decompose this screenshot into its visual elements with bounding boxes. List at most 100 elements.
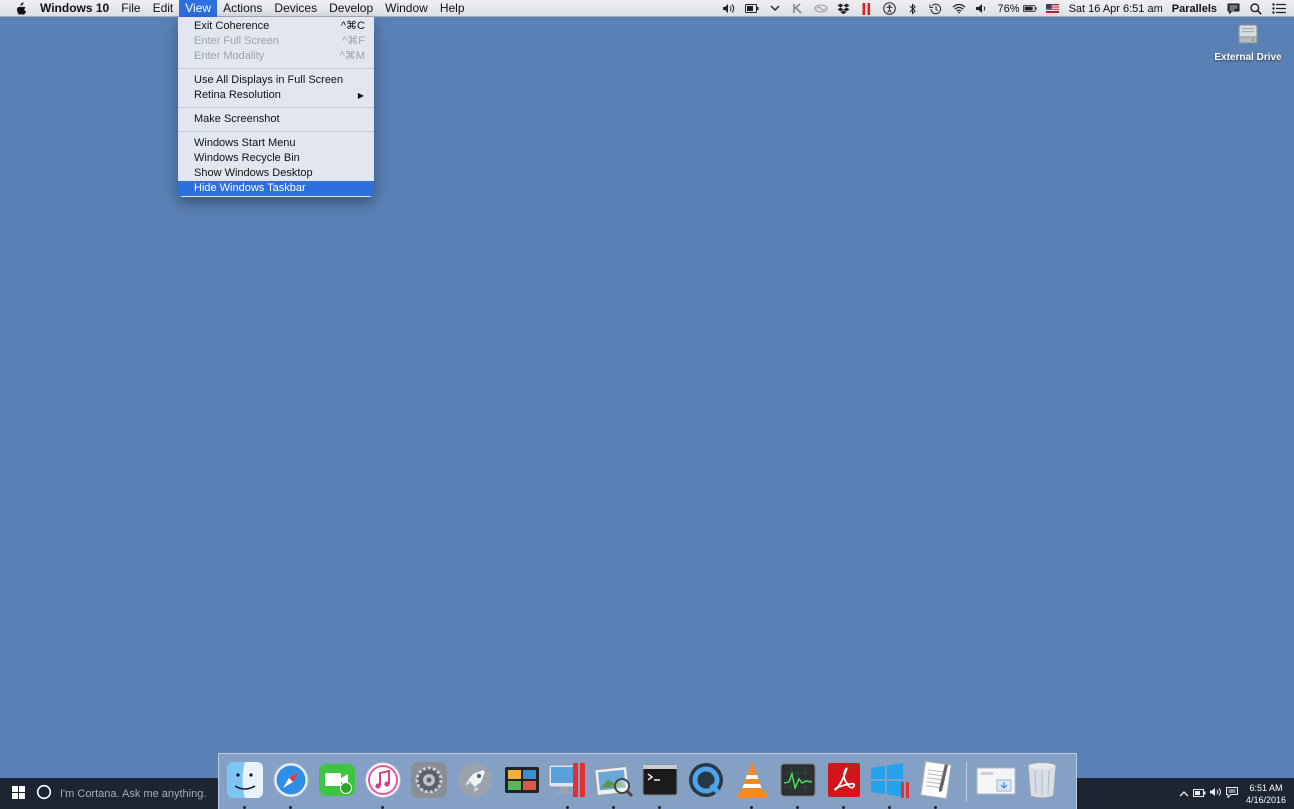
dock-app-itunes[interactable]	[362, 761, 404, 809]
menu-bar-left: Windows 10 File Edit View Actions Device…	[0, 0, 471, 17]
menu-item-hide-windows-taskbar[interactable]: Hide Windows Taskbar	[178, 181, 374, 196]
dock-app-vlc[interactable]	[731, 760, 773, 809]
dock-app-acrobat[interactable]	[823, 761, 865, 809]
textedit-icon	[917, 760, 955, 803]
mac-menu-bar: Windows 10 File Edit View Actions Device…	[0, 0, 1294, 17]
safari-icon	[272, 761, 310, 802]
menu-item-label: Windows Recycle Bin	[194, 152, 300, 164]
taskbar-date: 4/16/2016	[1245, 794, 1286, 805]
display-battery-icon[interactable]	[744, 3, 759, 15]
show-hidden-icons-chevron-icon[interactable]	[1176, 788, 1192, 800]
dropbox-icon[interactable]	[837, 3, 851, 15]
accessibility-icon[interactable]	[883, 2, 897, 15]
menu-bar-extras: 76% Sat 16 Apr 6:51 am Parallels	[722, 0, 1286, 17]
battery-icon[interactable]	[1022, 3, 1037, 15]
menu-item-make-screenshot[interactable]: Make Screenshot	[178, 112, 374, 127]
windows-logo-icon	[11, 785, 25, 802]
menu-separator	[178, 107, 374, 108]
parallels-pause-icon[interactable]	[860, 2, 874, 15]
menu-develop[interactable]: Develop	[323, 0, 379, 17]
menu-item-shortcut: ^⌘M	[339, 50, 365, 62]
menu-item-label: Exit Coherence	[194, 20, 270, 32]
windows-parallels-icon	[869, 760, 911, 803]
app-menu-windows10[interactable]: Windows 10	[34, 0, 115, 17]
facetime-icon	[318, 761, 356, 802]
dock-app-system-preferences[interactable]	[408, 761, 450, 803]
running-indicator	[934, 805, 938, 809]
menu-help[interactable]: Help	[434, 0, 471, 17]
windows-taskbar-right: 6:51 AM 4/16/2016	[1077, 778, 1294, 809]
dock-app-launchpad[interactable]	[454, 761, 496, 803]
battery-percent[interactable]: 76%	[998, 3, 1020, 15]
notification-center-icon[interactable]	[1272, 3, 1286, 15]
spotlight-search-icon[interactable]	[1249, 2, 1263, 15]
action-center-icon[interactable]	[1224, 786, 1240, 801]
menu-devices[interactable]: Devices	[268, 0, 323, 17]
dock-app-windows-10[interactable]	[869, 760, 911, 809]
dock-app-activity-monitor[interactable]	[777, 761, 819, 809]
menu-actions[interactable]: Actions	[217, 0, 268, 17]
dock-app-parallels-desktop[interactable]	[547, 761, 589, 809]
dock-app-terminal[interactable]	[639, 761, 681, 809]
dock-app-finder[interactable]	[224, 761, 266, 809]
time-machine-icon[interactable]	[929, 3, 943, 15]
menu-view[interactable]: View	[179, 0, 218, 17]
user-menu[interactable]: Parallels	[1172, 3, 1217, 15]
notification-bubble-icon[interactable]	[1226, 3, 1240, 15]
chevron-down-icon[interactable]	[768, 3, 782, 15]
speaker-icon[interactable]	[1208, 787, 1224, 800]
apple-logo-icon[interactable]	[14, 0, 28, 17]
menu-bar-clock[interactable]: Sat 16 Apr 6:51 am	[1069, 3, 1163, 15]
dock-app-safari[interactable]	[270, 761, 312, 809]
dock-app-preview[interactable]	[593, 761, 635, 809]
gear-icon	[410, 761, 448, 802]
windows-start-button[interactable]	[0, 778, 36, 809]
menu-item-show-windows-desktop[interactable]: Show Windows Desktop	[178, 166, 374, 181]
running-indicator	[611, 805, 615, 809]
menu-item-windows-recycle-bin[interactable]: Windows Recycle Bin	[178, 151, 374, 166]
running-indicator	[842, 805, 846, 809]
acrobat-icon	[825, 761, 863, 802]
us-flag-icon[interactable]	[1046, 3, 1060, 15]
dock-app-facetime[interactable]	[316, 761, 358, 803]
dock-trash[interactable]	[1021, 761, 1063, 803]
trash-icon	[1025, 760, 1059, 803]
dock-app-photo-browser[interactable]	[501, 761, 543, 803]
dock-app-textedit[interactable]	[915, 760, 957, 809]
cortana-search-box[interactable]: I'm Cortana. Ask me anything.	[36, 778, 206, 809]
dock-downloads-stack[interactable]	[975, 761, 1017, 803]
desktop-icon-label: External Drive	[1214, 52, 1282, 63]
bluetooth-icon[interactable]	[906, 2, 920, 15]
speaker-dots-icon[interactable]	[722, 3, 736, 15]
menu-window[interactable]: Window	[379, 0, 434, 17]
wifi-icon[interactable]	[952, 3, 966, 15]
mac-dock	[218, 753, 1077, 809]
menu-file[interactable]: File	[115, 0, 146, 17]
running-indicator	[381, 805, 385, 809]
submenu-arrow-icon: ▶	[357, 91, 364, 100]
k-app-icon[interactable]	[791, 3, 805, 15]
menu-item-use-all-displays[interactable]: Use All Displays in Full Screen	[178, 73, 374, 88]
volume-icon[interactable]	[975, 3, 989, 15]
running-indicator	[796, 805, 800, 809]
battery-icon[interactable]	[1192, 788, 1208, 800]
dock-app-quicktime[interactable]	[685, 761, 727, 803]
menu-item-label: Make Screenshot	[194, 113, 280, 125]
quicktime-icon	[687, 761, 725, 802]
menu-item-retina-resolution[interactable]: Retina Resolution ▶	[178, 88, 374, 103]
external-drive-icon	[1210, 22, 1286, 49]
vlc-icon	[733, 760, 771, 803]
menu-item-windows-start-menu[interactable]: Windows Start Menu	[178, 136, 374, 151]
taskbar-clock[interactable]: 6:51 AM 4/16/2016	[1246, 782, 1286, 806]
menu-item-label: Enter Full Screen	[194, 35, 279, 47]
menu-item-exit-coherence[interactable]: Exit Coherence ^⌘C	[178, 19, 374, 34]
running-indicator	[888, 805, 892, 809]
windows-taskbar-left: I'm Cortana. Ask me anything.	[0, 778, 218, 809]
desktop-icon-external-drive[interactable]: External Drive	[1210, 22, 1286, 63]
taskbar-time: 6:51 AM	[1249, 782, 1283, 793]
cortana-circle-icon	[36, 784, 52, 803]
infinity-cloud-icon[interactable]	[814, 3, 828, 15]
menu-edit[interactable]: Edit	[147, 0, 180, 17]
terminal-icon	[641, 761, 679, 802]
downloads-icon	[975, 764, 1017, 799]
